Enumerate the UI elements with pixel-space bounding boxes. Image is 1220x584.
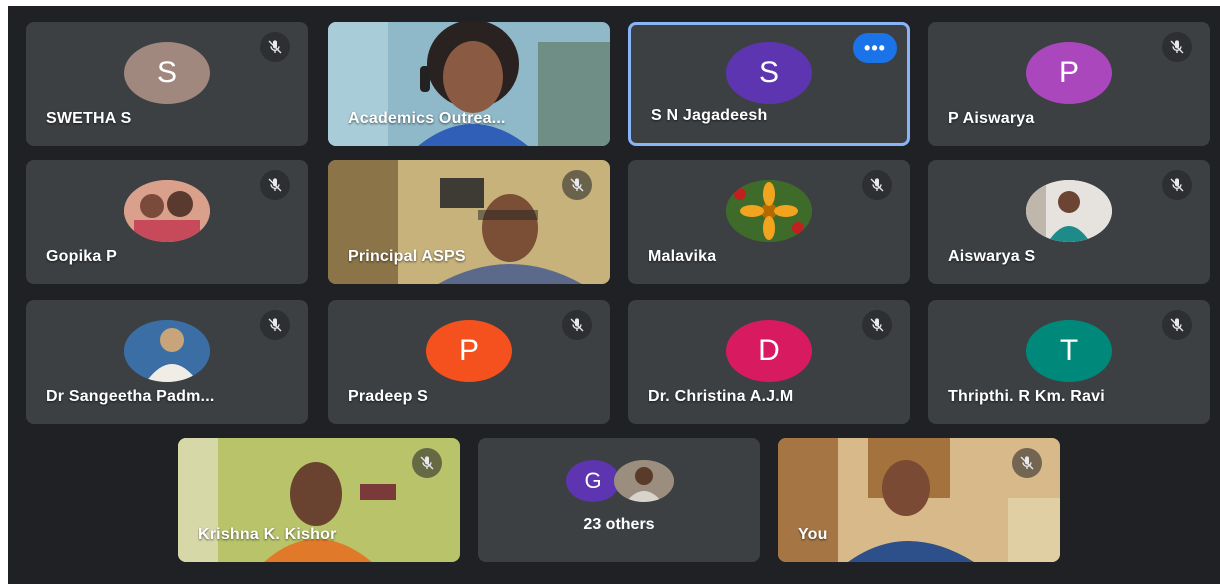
participant-tile-thripthi[interactable]: T Thripthi. R Km. Ravi (928, 300, 1210, 424)
mic-off-icon (1162, 310, 1192, 340)
avatar: G (566, 460, 620, 502)
participant-tile-p-aiswarya[interactable]: P P Aiswarya (928, 22, 1210, 146)
participant-name: Academics Outrea... (348, 110, 506, 127)
participant-name: Gopika P (46, 248, 117, 265)
mic-off-icon (260, 32, 290, 62)
participant-tile-krishna[interactable]: Krishna K. Kishor (178, 438, 460, 562)
participant-tile-aiswarya-s[interactable]: Aiswarya S (928, 160, 1210, 284)
mic-off-icon (562, 170, 592, 200)
participant-name: S N Jagadeesh (651, 107, 768, 124)
avatar (1026, 180, 1112, 242)
participant-tile-pradeep[interactable]: P Pradeep S (328, 300, 610, 424)
participant-tile-swetha[interactable]: S SWETHA S (26, 22, 308, 146)
participant-tile-christina[interactable]: D Dr. Christina A.J.M (628, 300, 910, 424)
avatar: S (124, 42, 210, 104)
meeting-grid: S SWETHA S Academics Outrea... ••• S S N… (8, 6, 1220, 584)
others-avatars: G (566, 460, 674, 502)
mic-off-icon (1162, 170, 1192, 200)
avatar: P (1026, 42, 1112, 104)
mic-off-icon (1162, 32, 1192, 62)
participant-name: Dr Sangeetha Padm... (46, 388, 215, 405)
participant-name: SWETHA S (46, 110, 132, 127)
avatar (124, 320, 210, 382)
participant-tile-you[interactable]: You (778, 438, 1060, 562)
mic-off-icon (862, 170, 892, 200)
participant-tile-academics[interactable]: Academics Outrea... (328, 22, 610, 146)
avatar (124, 180, 210, 242)
avatar: S (726, 42, 812, 104)
avatar: T (1026, 320, 1112, 382)
participant-name: Krishna K. Kishor (198, 526, 337, 543)
avatar: D (726, 320, 812, 382)
mic-off-icon (562, 310, 592, 340)
mic-off-icon (260, 170, 290, 200)
participant-name: You (798, 526, 828, 543)
mic-off-icon (260, 310, 290, 340)
mic-off-icon (862, 310, 892, 340)
participant-name: P Aiswarya (948, 110, 1035, 127)
participant-name: Thripthi. R Km. Ravi (948, 388, 1105, 405)
mic-off-icon (412, 448, 442, 478)
avatar (614, 460, 674, 502)
others-tile[interactable]: G 23 others (478, 438, 760, 562)
others-count: 23 others (583, 516, 655, 533)
mic-off-icon (1012, 448, 1042, 478)
participant-name: Principal ASPS (348, 248, 466, 265)
participant-tile-gopika[interactable]: Gopika P (26, 160, 308, 284)
participant-tile-sangeetha[interactable]: Dr Sangeetha Padm... (26, 300, 308, 424)
participant-tile-malavika[interactable]: Malavika (628, 160, 910, 284)
avatar: P (426, 320, 512, 382)
more-options-icon[interactable]: ••• (853, 33, 897, 63)
participant-name: Dr. Christina A.J.M (648, 388, 794, 405)
participant-name: Pradeep S (348, 388, 429, 405)
participant-name: Malavika (648, 248, 717, 265)
avatar (726, 180, 812, 242)
participant-tile-principal[interactable]: Principal ASPS (328, 160, 610, 284)
participant-name: Aiswarya S (948, 248, 1036, 265)
participant-tile-jagadeesh[interactable]: ••• S S N Jagadeesh (628, 22, 910, 146)
